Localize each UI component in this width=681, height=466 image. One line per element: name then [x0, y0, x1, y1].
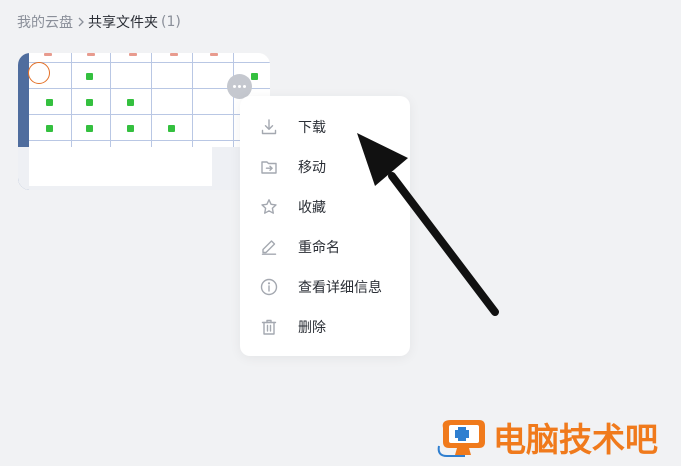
menu-item-details[interactable]: 查看详细信息 [240, 267, 410, 307]
file-name-area [29, 147, 212, 186]
menu-item-download[interactable]: 下载 [240, 107, 410, 147]
menu-item-move[interactable]: 移动 [240, 147, 410, 187]
breadcrumb-root-link[interactable]: 我的云盘 [17, 12, 73, 32]
menu-item-favorite[interactable]: 收藏 [240, 187, 410, 227]
chevron-right-icon [78, 17, 84, 27]
move-folder-icon [259, 157, 279, 177]
menu-item-label: 收藏 [298, 200, 326, 216]
menu-item-delete[interactable]: 删除 [240, 307, 410, 347]
pencil-icon [259, 237, 279, 257]
breadcrumb-count: (1) [161, 14, 181, 30]
computer-logo-icon [437, 416, 489, 458]
menu-item-label: 查看详细信息 [298, 280, 382, 296]
download-icon [259, 117, 279, 137]
breadcrumb: 我的云盘 共享文件夹 (1) [17, 12, 181, 32]
watermark: 电脑技术吧 [437, 414, 677, 460]
menu-item-label: 删除 [298, 320, 326, 336]
trash-icon [259, 317, 279, 337]
star-icon [259, 197, 279, 217]
context-menu: 下载 移动 收藏 重命名 查看详细信息 删除 [240, 96, 410, 356]
menu-item-label: 重命名 [298, 240, 340, 256]
select-circle-icon[interactable] [28, 62, 50, 84]
menu-item-rename[interactable]: 重命名 [240, 227, 410, 267]
info-icon [259, 277, 279, 297]
menu-item-label: 下载 [298, 120, 326, 136]
file-card[interactable] [18, 53, 270, 190]
menu-item-label: 移动 [298, 160, 326, 176]
watermark-text: 电脑技术吧 [493, 420, 658, 459]
breadcrumb-current: 共享文件夹 [88, 15, 158, 31]
